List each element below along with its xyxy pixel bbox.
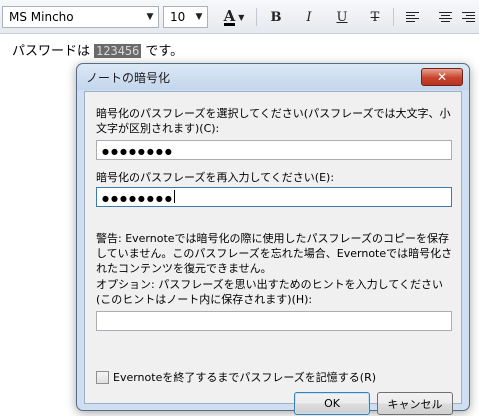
font-color-icon: A	[223, 6, 236, 26]
text-caret	[173, 190, 175, 203]
confirm-passphrase-field[interactable]: ●●●●●●●●	[96, 187, 452, 207]
toolbar-divider	[256, 8, 257, 26]
chevron-down-icon: ▼	[146, 12, 154, 22]
remember-passphrase-option[interactable]: Evernoteを終了するまでパスフレーズを記憶する(R)	[96, 369, 376, 385]
dialog-titlebar[interactable]: ノートの暗号化 ✕	[77, 64, 469, 90]
font-color-button[interactable]: A ▼	[218, 6, 250, 28]
align-center-icon	[438, 11, 452, 23]
underline-icon: U	[336, 9, 348, 25]
encrypt-note-dialog: ノートの暗号化 ✕ 暗号化のパスフレーズを選択してください(パスフレーズでは大文…	[76, 63, 470, 415]
underline-button[interactable]: U	[330, 6, 354, 28]
font-size-value: 10	[170, 10, 186, 24]
chevron-down-icon: ▼	[238, 12, 245, 22]
align-left-button[interactable]	[400, 6, 424, 28]
ok-button[interactable]: OK	[294, 392, 370, 415]
confirm-passphrase-value: ●●●●●●●●	[102, 194, 174, 203]
italic-button[interactable]: I	[297, 6, 321, 28]
passphrase-label: 暗号化のパスフレーズを選択してください(パスフレーズでは大文字、小文字が区別され…	[96, 107, 451, 135]
strikethrough-icon: T	[370, 9, 380, 25]
ok-button-label: OK	[324, 397, 340, 410]
font-family-value: MS Mincho	[9, 10, 74, 24]
note-text-after: です。	[145, 44, 184, 59]
dialog-content: 暗号化のパスフレーズを選択してください(パスフレーズでは大文字、小文字が区別され…	[84, 91, 462, 415]
align-left-icon	[405, 11, 419, 23]
remember-passphrase-label: Evernoteを終了するまでパスフレーズを記憶する(R)	[113, 371, 377, 384]
passphrase-field[interactable]: ●●●●●●●●	[96, 140, 452, 160]
strikethrough-button[interactable]: T	[363, 6, 387, 28]
close-button[interactable]: ✕	[421, 68, 463, 86]
bold-icon: B	[270, 9, 282, 25]
warning-text: 警告: Evernoteでは暗号化の際に使用したパスフレーズのコピーを保存してい…	[96, 232, 453, 275]
hint-label: オプション: パスフレーズを思い出すためのヒントを入力してください(このヒントは…	[96, 278, 443, 306]
close-icon: ✕	[436, 70, 448, 84]
formatting-toolbar: MS Mincho ▼ 10 ▼ A ▼ B I U T	[0, 0, 479, 34]
remember-passphrase-checkbox[interactable]	[96, 370, 109, 384]
italic-icon: I	[306, 9, 312, 25]
toolbar-divider	[393, 8, 394, 26]
encrypted-text-block[interactable]: 123456	[94, 44, 142, 58]
passphrase-value: ●●●●●●●●	[102, 147, 174, 156]
confirm-passphrase-label: 暗号化のパスフレーズを再入力してください(E):	[96, 171, 335, 184]
note-body-line[interactable]: パスワードは 123456 です。	[12, 40, 183, 59]
font-size-select[interactable]: 10 ▼	[163, 6, 208, 28]
cancel-button[interactable]: キャンセル	[377, 392, 453, 415]
dialog-title: ノートの暗号化	[86, 71, 171, 85]
align-center-button[interactable]	[433, 6, 457, 28]
chevron-down-icon: ▼	[195, 12, 203, 22]
note-text-before: パスワードは	[12, 44, 91, 59]
cancel-button-label: キャンセル	[387, 397, 443, 411]
bold-button[interactable]: B	[264, 6, 288, 28]
align-right-button[interactable]	[462, 6, 479, 28]
font-family-select[interactable]: MS Mincho ▼	[2, 6, 159, 28]
align-right-icon	[462, 11, 475, 23]
hint-field[interactable]	[96, 311, 452, 331]
